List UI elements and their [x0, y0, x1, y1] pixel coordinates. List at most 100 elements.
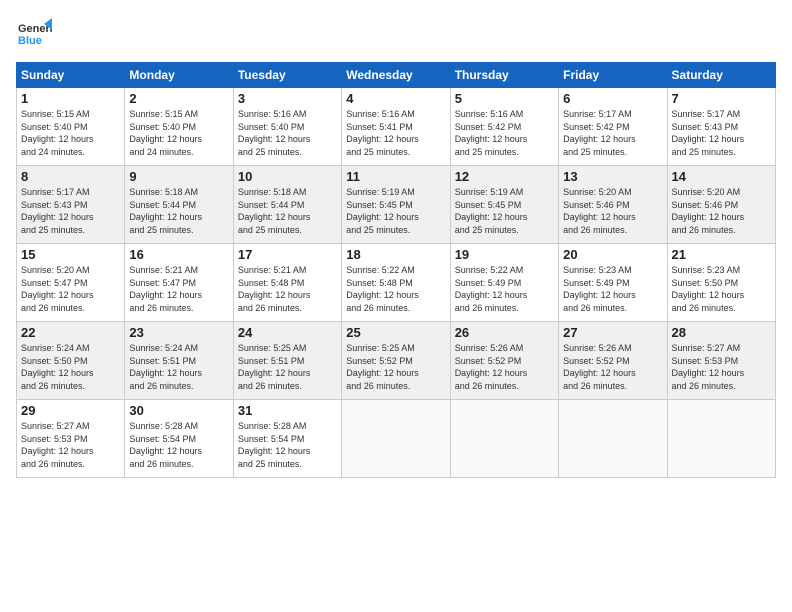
- day-info: Sunrise: 5:24 AMSunset: 5:50 PMDaylight:…: [21, 342, 120, 392]
- day-number: 12: [455, 169, 554, 184]
- day-info: Sunrise: 5:18 AMSunset: 5:44 PMDaylight:…: [129, 186, 228, 236]
- logo: General Blue: [16, 16, 56, 52]
- day-cell: 27 Sunrise: 5:26 AMSunset: 5:52 PMDayligh…: [559, 322, 667, 400]
- day-cell: 26 Sunrise: 5:26 AMSunset: 5:52 PMDayligh…: [450, 322, 558, 400]
- day-number: 11: [346, 169, 445, 184]
- day-number: 25: [346, 325, 445, 340]
- day-info: Sunrise: 5:21 AMSunset: 5:47 PMDaylight:…: [129, 264, 228, 314]
- day-number: 2: [129, 91, 228, 106]
- day-cell: [559, 400, 667, 478]
- day-cell: 22Sunrise: 5:24 AMSunset: 5:50 PMDayligh…: [17, 322, 125, 400]
- day-cell: 31Sunrise: 5:28 AMSunset: 5:54 PMDayligh…: [233, 400, 341, 478]
- day-cell: 21Sunrise: 5:23 AMSunset: 5:50 PMDayligh…: [667, 244, 775, 322]
- day-cell: 12 Sunrise: 5:19 AMSunset: 5:45 PMDayligh…: [450, 166, 558, 244]
- day-number: 5: [455, 91, 554, 106]
- day-info: Sunrise: 5:15 AMSunset: 5:40 PMDaylight:…: [129, 108, 228, 158]
- logo-icon: General Blue: [16, 16, 52, 52]
- day-info: Sunrise: 5:25 AMSunset: 5:51 PMDaylight:…: [238, 342, 337, 392]
- day-info: Sunrise: 5:19 AMSunset: 5:45 PMDaylight:…: [455, 186, 554, 236]
- day-number: 10: [238, 169, 337, 184]
- day-info: Sunrise: 5:16 AMSunset: 5:41 PMDaylight:…: [346, 108, 445, 158]
- day-number: 15: [21, 247, 120, 262]
- weekday-friday: Friday: [559, 63, 667, 88]
- day-cell: 24 Sunrise: 5:25 AMSunset: 5:51 PMDayligh…: [233, 322, 341, 400]
- week-row-2: 8 Sunrise: 5:17 AMSunset: 5:43 PMDaylight…: [17, 166, 776, 244]
- day-cell: 2 Sunrise: 5:15 AMSunset: 5:40 PMDaylight…: [125, 88, 233, 166]
- day-number: 6: [563, 91, 662, 106]
- day-number: 27: [563, 325, 662, 340]
- week-row-4: 22Sunrise: 5:24 AMSunset: 5:50 PMDayligh…: [17, 322, 776, 400]
- day-number: 26: [455, 325, 554, 340]
- day-info: Sunrise: 5:20 AMSunset: 5:46 PMDaylight:…: [563, 186, 662, 236]
- day-info: Sunrise: 5:26 AMSunset: 5:52 PMDaylight:…: [563, 342, 662, 392]
- day-cell: 29Sunrise: 5:27 AMSunset: 5:53 PMDayligh…: [17, 400, 125, 478]
- day-info: Sunrise: 5:27 AMSunset: 5:53 PMDaylight:…: [21, 420, 120, 470]
- day-number: 17: [238, 247, 337, 262]
- day-info: Sunrise: 5:28 AMSunset: 5:54 PMDaylight:…: [238, 420, 337, 470]
- day-cell: 15 Sunrise: 5:20 AMSunset: 5:47 PMDayligh…: [17, 244, 125, 322]
- day-info: Sunrise: 5:17 AMSunset: 5:43 PMDaylight:…: [672, 108, 771, 158]
- day-number: 24: [238, 325, 337, 340]
- day-info: Sunrise: 5:23 AMSunset: 5:49 PMDaylight:…: [563, 264, 662, 314]
- day-cell: 10 Sunrise: 5:18 AMSunset: 5:44 PMDayligh…: [233, 166, 341, 244]
- day-number: 4: [346, 91, 445, 106]
- day-cell: 16 Sunrise: 5:21 AMSunset: 5:47 PMDayligh…: [125, 244, 233, 322]
- day-info: Sunrise: 5:20 AMSunset: 5:46 PMDaylight:…: [672, 186, 771, 236]
- day-info: Sunrise: 5:24 AMSunset: 5:51 PMDaylight:…: [129, 342, 228, 392]
- day-info: Sunrise: 5:23 AMSunset: 5:50 PMDaylight:…: [672, 264, 771, 314]
- day-cell: 20Sunrise: 5:23 AMSunset: 5:49 PMDayligh…: [559, 244, 667, 322]
- day-cell: [450, 400, 558, 478]
- day-number: 13: [563, 169, 662, 184]
- day-info: Sunrise: 5:17 AMSunset: 5:43 PMDaylight:…: [21, 186, 120, 236]
- day-cell: 30Sunrise: 5:28 AMSunset: 5:54 PMDayligh…: [125, 400, 233, 478]
- weekday-sunday: Sunday: [17, 63, 125, 88]
- day-cell: 7 Sunrise: 5:17 AMSunset: 5:43 PMDaylight…: [667, 88, 775, 166]
- day-cell: 6 Sunrise: 5:17 AMSunset: 5:42 PMDaylight…: [559, 88, 667, 166]
- page-container: General Blue SundayMondayTuesdayWednesda…: [0, 0, 792, 486]
- day-cell: [342, 400, 450, 478]
- day-number: 30: [129, 403, 228, 418]
- day-cell: 17 Sunrise: 5:21 AMSunset: 5:48 PMDayligh…: [233, 244, 341, 322]
- day-number: 8: [21, 169, 120, 184]
- day-number: 16: [129, 247, 228, 262]
- weekday-monday: Monday: [125, 63, 233, 88]
- day-cell: 9 Sunrise: 5:18 AMSunset: 5:44 PMDaylight…: [125, 166, 233, 244]
- day-cell: 5 Sunrise: 5:16 AMSunset: 5:42 PMDaylight…: [450, 88, 558, 166]
- day-info: Sunrise: 5:27 AMSunset: 5:53 PMDaylight:…: [672, 342, 771, 392]
- day-cell: 8 Sunrise: 5:17 AMSunset: 5:43 PMDaylight…: [17, 166, 125, 244]
- day-cell: [667, 400, 775, 478]
- day-cell: 3 Sunrise: 5:16 AMSunset: 5:40 PMDaylight…: [233, 88, 341, 166]
- weekday-header-row: SundayMondayTuesdayWednesdayThursdayFrid…: [17, 63, 776, 88]
- day-cell: 19Sunrise: 5:22 AMSunset: 5:49 PMDayligh…: [450, 244, 558, 322]
- week-row-1: 1Sunrise: 5:15 AMSunset: 5:40 PMDaylight…: [17, 88, 776, 166]
- day-number: 19: [455, 247, 554, 262]
- weekday-wednesday: Wednesday: [342, 63, 450, 88]
- day-cell: 11Sunrise: 5:19 AMSunset: 5:45 PMDayligh…: [342, 166, 450, 244]
- week-row-5: 29Sunrise: 5:27 AMSunset: 5:53 PMDayligh…: [17, 400, 776, 478]
- day-info: Sunrise: 5:18 AMSunset: 5:44 PMDaylight:…: [238, 186, 337, 236]
- day-info: Sunrise: 5:16 AMSunset: 5:42 PMDaylight:…: [455, 108, 554, 158]
- header: General Blue: [16, 16, 776, 52]
- day-number: 28: [672, 325, 771, 340]
- day-info: Sunrise: 5:25 AMSunset: 5:52 PMDaylight:…: [346, 342, 445, 392]
- week-row-3: 15 Sunrise: 5:20 AMSunset: 5:47 PMDayligh…: [17, 244, 776, 322]
- day-info: Sunrise: 5:15 AMSunset: 5:40 PMDaylight:…: [21, 108, 120, 158]
- day-info: Sunrise: 5:21 AMSunset: 5:48 PMDaylight:…: [238, 264, 337, 314]
- weekday-saturday: Saturday: [667, 63, 775, 88]
- day-cell: 18Sunrise: 5:22 AMSunset: 5:48 PMDayligh…: [342, 244, 450, 322]
- calendar-body: 1Sunrise: 5:15 AMSunset: 5:40 PMDaylight…: [17, 88, 776, 478]
- day-info: Sunrise: 5:17 AMSunset: 5:42 PMDaylight:…: [563, 108, 662, 158]
- day-info: Sunrise: 5:16 AMSunset: 5:40 PMDaylight:…: [238, 108, 337, 158]
- day-cell: 25 Sunrise: 5:25 AMSunset: 5:52 PMDayligh…: [342, 322, 450, 400]
- day-info: Sunrise: 5:20 AMSunset: 5:47 PMDaylight:…: [21, 264, 120, 314]
- svg-text:Blue: Blue: [18, 35, 42, 47]
- day-info: Sunrise: 5:26 AMSunset: 5:52 PMDaylight:…: [455, 342, 554, 392]
- day-number: 7: [672, 91, 771, 106]
- day-cell: 1Sunrise: 5:15 AMSunset: 5:40 PMDaylight…: [17, 88, 125, 166]
- day-number: 9: [129, 169, 228, 184]
- weekday-tuesday: Tuesday: [233, 63, 341, 88]
- calendar-table: SundayMondayTuesdayWednesdayThursdayFrid…: [16, 62, 776, 478]
- day-cell: 23 Sunrise: 5:24 AMSunset: 5:51 PMDayligh…: [125, 322, 233, 400]
- day-number: 23: [129, 325, 228, 340]
- day-number: 3: [238, 91, 337, 106]
